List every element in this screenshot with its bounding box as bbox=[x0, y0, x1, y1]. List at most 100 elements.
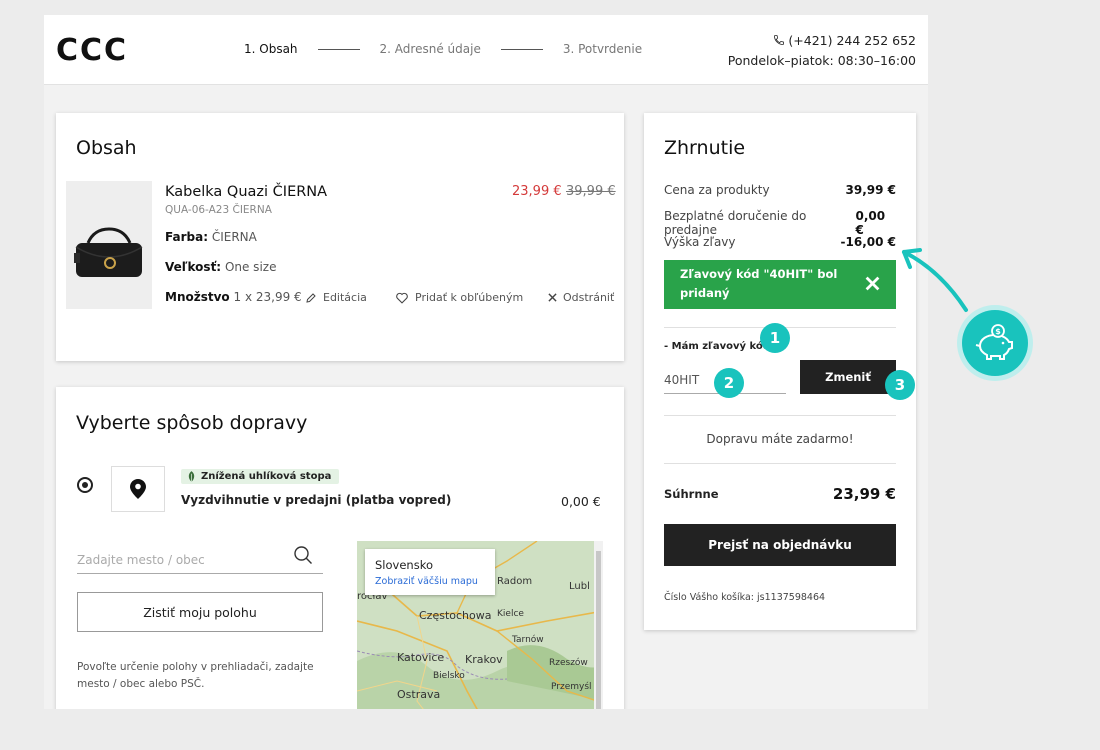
svg-text:$: $ bbox=[995, 327, 1001, 336]
shipping-title: Vyberte spôsob dopravy bbox=[76, 412, 308, 434]
map-info-popup: Slovensko Zobraziť väčšiu mapu bbox=[365, 549, 495, 595]
qty-value: 1 x 23,99 € bbox=[233, 290, 302, 304]
location-help-text: Povoľte určenie polohy v prehliadači, za… bbox=[77, 661, 314, 690]
qty-label: Množstvo bbox=[165, 290, 230, 304]
header-bar: CCC 1. Obsah 2. Adresné údaje 3. Potvrde… bbox=[44, 15, 928, 85]
promo-code-toggle[interactable]: - Mám zľavový kód bbox=[664, 341, 770, 352]
price-original: 39,99 € bbox=[566, 184, 616, 199]
map-city-label: Radom bbox=[497, 576, 533, 587]
phone-icon bbox=[774, 35, 785, 45]
size-value: One size bbox=[224, 260, 277, 274]
search-icon[interactable] bbox=[293, 545, 313, 565]
map-popup-title: Slovensko bbox=[375, 558, 433, 572]
shipping-option-price: 0,00 € bbox=[561, 494, 601, 509]
store-pickup-icon-box bbox=[111, 466, 165, 512]
summary-row-delivery: Bezplatné doručenie do predajne 0,00 € bbox=[664, 209, 896, 237]
summary-row-products: Cena za produkty 39,99 € bbox=[664, 183, 896, 197]
total-row: Súhrnne 23,99 € bbox=[664, 485, 896, 503]
map-scrollbar-thumb[interactable] bbox=[596, 551, 601, 709]
checkout-steps: 1. Obsah 2. Adresné údaje 3. Potvrdenie bbox=[244, 42, 642, 56]
opening-hours: Pondelok–piatok: 08:30–16:00 bbox=[727, 53, 916, 68]
map-city-label: Przemyśl bbox=[551, 682, 592, 692]
piggy-bank-icon: $ bbox=[975, 324, 1013, 360]
map-city-label: Katovice bbox=[397, 651, 445, 664]
shipping-radio[interactable] bbox=[77, 477, 93, 493]
summary-title: Zhrnutie bbox=[664, 137, 746, 159]
product-quantity: Množstvo 1 x 23,99 € bbox=[165, 290, 302, 304]
color-value: ČIERNA bbox=[211, 230, 257, 244]
summary-row-value: -16,00 € bbox=[840, 235, 896, 249]
total-label: Súhrnne bbox=[664, 487, 719, 501]
proceed-to-order-button[interactable]: Prejsť na objednávku bbox=[664, 524, 896, 566]
ccc-logo[interactable]: CCC bbox=[56, 33, 128, 68]
step-badge-2: 2 bbox=[714, 368, 744, 398]
close-icon[interactable] bbox=[865, 276, 880, 291]
eco-badge: Znížená uhlíková stopa bbox=[181, 469, 340, 484]
cart-content-card: Obsah Kabelka Quazi ČIERNA QUA-06-A23 ČI… bbox=[56, 113, 624, 361]
summary-row-value: 0,00 € bbox=[855, 209, 886, 237]
leaf-icon bbox=[188, 471, 195, 482]
step-content[interactable]: 1. Obsah bbox=[244, 42, 298, 56]
location-pin-icon bbox=[130, 479, 146, 499]
promo-success-line2: pridaný bbox=[680, 286, 730, 300]
piggy-bank-badge: $ bbox=[962, 310, 1028, 376]
map-city-label: Bielsko bbox=[433, 671, 465, 681]
map-city-label: Lubl bbox=[569, 581, 590, 592]
close-icon bbox=[548, 293, 557, 302]
step-address[interactable]: 2. Adresné údaje bbox=[380, 42, 481, 56]
price-sale: 23,99 € bbox=[512, 184, 562, 199]
product-image[interactable] bbox=[66, 181, 152, 309]
phone-number: (+421) 244 252 652 bbox=[788, 33, 916, 48]
arrow-annotation-icon bbox=[902, 248, 968, 312]
product-size: Veľkosť: One size bbox=[165, 260, 276, 274]
step-divider bbox=[317, 48, 360, 50]
product-sku: QUA-06-A23 ČIERNA bbox=[165, 204, 272, 216]
edit-label: Editácia bbox=[323, 291, 367, 304]
free-shipping-note: Dopravu máte zadarmo! bbox=[706, 432, 854, 446]
promo-success-banner: Zľavový kód "40HIT" bol pridaný bbox=[664, 260, 896, 309]
find-location-button[interactable]: Zistiť moju polohu bbox=[77, 592, 323, 632]
map-city-label: Krakov bbox=[465, 653, 503, 666]
checkout-page: CCC 1. Obsah 2. Adresné údaje 3. Potvrde… bbox=[44, 15, 928, 709]
divider bbox=[664, 415, 896, 416]
heart-icon bbox=[396, 292, 408, 304]
cart-title: Obsah bbox=[76, 137, 137, 159]
larger-map-link[interactable]: Zobraziť väčšiu mapu bbox=[375, 576, 485, 587]
change-promo-button[interactable]: Zmeniť bbox=[800, 360, 896, 394]
summary-row-label: Výška zľavy bbox=[664, 235, 736, 249]
edit-button[interactable]: Editácia bbox=[305, 291, 367, 304]
phone-line[interactable]: (+421) 244 252 652 bbox=[728, 31, 916, 51]
step-confirm[interactable]: 3. Potvrdenie bbox=[563, 42, 642, 56]
product-color: Farba: ČIERNA bbox=[165, 230, 257, 244]
shipping-option-label[interactable]: Vyzdvihnutie v predajni (platba vopred) bbox=[181, 493, 451, 507]
store-map[interactable]: Radom Lubl rocłav Częstochowa Kielce Tar… bbox=[357, 541, 603, 709]
map-city-label: Częstochowa bbox=[419, 609, 492, 622]
product-name[interactable]: Kabelka Quazi ČIERNA bbox=[165, 184, 327, 200]
handbag-image bbox=[74, 227, 143, 277]
map-city-label: Rzeszów bbox=[549, 658, 588, 668]
city-search-input[interactable] bbox=[77, 546, 323, 574]
summary-row-label: Bezplatné doručenie do predajne bbox=[664, 209, 807, 237]
step-badge-3: 3 bbox=[885, 370, 915, 400]
map-scrollbar[interactable] bbox=[594, 541, 603, 709]
map-city-label: Tarnów bbox=[512, 635, 544, 645]
total-value: 23,99 € bbox=[832, 485, 896, 503]
cart-number: Číslo Vášho košíka: js1137598464 bbox=[664, 592, 826, 603]
add-favorite-button[interactable]: Pridať k obľúbeným bbox=[395, 291, 523, 304]
step-badge-1: 1 bbox=[760, 323, 790, 353]
eco-badge-label: Znížená uhlíková stopa bbox=[201, 471, 332, 482]
step-divider bbox=[500, 48, 543, 50]
shipping-card: Vyberte spôsob dopravy Znížená uhlíková … bbox=[56, 387, 624, 709]
order-summary-card: Zhrnutie Cena za produkty 39,99 € Bezpla… bbox=[644, 113, 916, 630]
pencil-icon bbox=[306, 292, 316, 303]
remove-label: Odstrániť bbox=[563, 291, 615, 304]
summary-row-discount: Výška zľavy -16,00 € bbox=[664, 235, 896, 249]
favorite-label: Pridať k obľúbeným bbox=[415, 291, 524, 304]
map-city-label: Ostrava bbox=[397, 688, 441, 701]
remove-button[interactable]: Odstrániť bbox=[548, 291, 614, 304]
map-city-label: Kielce bbox=[497, 609, 524, 619]
divider bbox=[664, 463, 896, 464]
color-label: Farba: bbox=[165, 230, 208, 244]
size-label: Veľkosť: bbox=[165, 260, 222, 274]
promo-success-line1: Zľavový kód "40HIT" bol bbox=[680, 267, 838, 281]
